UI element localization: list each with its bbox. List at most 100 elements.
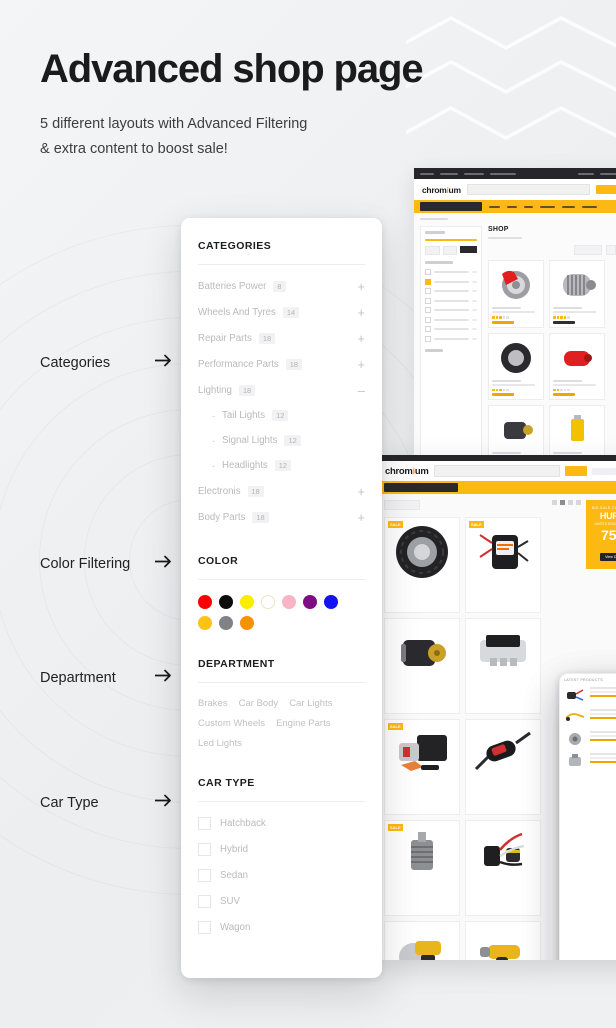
expand-icon[interactable]: +	[357, 485, 365, 498]
promo-banner[interactable]: BIG SALE COUNTDOWN HURRY LIMITED DOWN DI…	[586, 500, 616, 569]
shop-departments-button[interactable]	[384, 483, 458, 492]
color-swatch-purple[interactable]	[303, 595, 317, 609]
product-card[interactable]: SALE	[465, 517, 541, 613]
nav-item-categories[interactable]: Categories	[40, 352, 172, 375]
list-item[interactable]	[564, 709, 616, 725]
nav-item-department[interactable]: Department	[40, 667, 172, 690]
expand-icon[interactable]: +	[357, 511, 365, 524]
subcategory-count: 12	[284, 435, 301, 446]
product-card[interactable]	[384, 921, 460, 960]
category-row[interactable]: Performance Parts 18 +	[198, 358, 365, 371]
category-row[interactable]: Repair Parts 18 +	[198, 332, 365, 345]
product-image-battery-tester	[470, 724, 536, 784]
product-card[interactable]	[384, 618, 460, 714]
shop-departments-button[interactable]	[420, 202, 482, 211]
category-row[interactable]: Batteries Power 8 +	[198, 280, 365, 293]
collapse-icon[interactable]: –	[358, 384, 365, 397]
mockup-bottom-navbar[interactable]	[378, 481, 616, 494]
shop-sidebar-filters[interactable]	[420, 226, 482, 468]
subcategory-row[interactable]: - Tail Lights 12	[212, 410, 365, 421]
car-type-option[interactable]: Wagon	[198, 921, 365, 934]
checkbox-icon[interactable]	[198, 817, 211, 830]
checkbox-icon[interactable]	[198, 869, 211, 882]
color-swatch-orange[interactable]	[240, 616, 254, 630]
color-swatch-white[interactable]	[261, 595, 275, 609]
car-type-label: Wagon	[220, 922, 251, 933]
product-card[interactable]	[465, 618, 541, 714]
view-toggle-compact[interactable]	[568, 500, 573, 505]
expand-icon[interactable]: +	[357, 280, 365, 293]
search-button[interactable]	[565, 466, 587, 476]
car-type-option[interactable]: Hybrid	[198, 843, 365, 856]
car-type-option[interactable]: Sedan	[198, 869, 365, 882]
subcategory-label: Headlights	[222, 460, 268, 471]
color-swatch-gold[interactable]	[198, 616, 212, 630]
department-tag[interactable]: Car Body	[239, 698, 279, 709]
view-toggle[interactable]	[606, 245, 616, 255]
view-toggle-list[interactable]	[560, 500, 565, 505]
product-card[interactable]: SALE	[384, 517, 460, 613]
department-tag-list: Brakes Car Body Car Lights Custom Wheels…	[198, 698, 366, 749]
brand-logo: chromium	[385, 465, 429, 477]
product-card[interactable]	[465, 719, 541, 815]
color-swatch-pink[interactable]	[282, 595, 296, 609]
promo-view-details-button[interactable]: View Details	[600, 553, 616, 561]
category-count: 18	[247, 486, 264, 497]
page-title: Advanced shop page	[40, 47, 424, 91]
department-tag[interactable]: Car Lights	[289, 698, 332, 709]
nav-item-car-type[interactable]: Car Type	[40, 792, 172, 815]
expand-icon[interactable]: +	[357, 358, 365, 371]
category-row[interactable]: Wheels And Tyres 14 +	[198, 306, 365, 319]
product-card[interactable]	[488, 260, 544, 328]
list-item[interactable]	[564, 731, 616, 747]
product-card[interactable]	[465, 921, 541, 960]
color-swatch-gray[interactable]	[219, 616, 233, 630]
checkbox-icon[interactable]	[198, 895, 211, 908]
car-type-option[interactable]: Hatchback	[198, 817, 365, 830]
color-swatch-black[interactable]	[219, 595, 233, 609]
nav-item-color-filtering[interactable]: Color Filtering	[40, 553, 172, 576]
color-swatch-blue[interactable]	[324, 595, 338, 609]
sort-dropdown[interactable]	[574, 245, 602, 255]
color-swatch-red[interactable]	[198, 595, 212, 609]
shop-mockup-bottom[interactable]: chromium SALE SALE SALE SALE BIG SALE C …	[378, 455, 616, 960]
color-swatch-yellow[interactable]	[240, 595, 254, 609]
search-button[interactable]	[596, 185, 616, 194]
expand-icon[interactable]: +	[357, 306, 365, 319]
subcategory-row[interactable]: - Headlights 12	[212, 460, 365, 471]
view-toggle-grid[interactable]	[552, 500, 557, 505]
shop-mockup-top[interactable]: chromium SHOP	[414, 168, 616, 468]
subcategory-row[interactable]: - Signal Lights 12	[212, 435, 365, 446]
category-label: Repair Parts	[198, 333, 252, 344]
product-card[interactable]: SALE	[384, 820, 460, 916]
category-row[interactable]: Body Parts 18 +	[198, 511, 365, 524]
product-card[interactable]	[465, 820, 541, 916]
latest-products-widget[interactable]: LATEST PRODUCTS	[559, 673, 616, 960]
checkbox-icon[interactable]	[198, 921, 211, 934]
arrow-right-icon	[154, 794, 172, 812]
car-type-option[interactable]: SUV	[198, 895, 365, 908]
view-toggle-wide[interactable]	[576, 500, 581, 505]
list-item[interactable]	[564, 687, 616, 703]
department-tag[interactable]: Brakes	[198, 698, 228, 709]
product-image-air-compressor	[389, 724, 455, 784]
checkbox-icon[interactable]	[198, 843, 211, 856]
list-item[interactable]	[564, 753, 616, 769]
mockup-top-navbar[interactable]	[414, 200, 616, 213]
category-count: 18	[285, 359, 302, 370]
search-input[interactable]	[466, 184, 590, 195]
department-tag[interactable]: Led Lights	[198, 738, 242, 749]
category-row[interactable]: Lighting 18 –	[198, 384, 365, 397]
category-row[interactable]: Electronis 18 +	[198, 485, 365, 498]
sort-dropdown[interactable]	[384, 500, 420, 510]
expand-icon[interactable]: +	[357, 332, 365, 345]
car-type-label: Hybrid	[220, 844, 248, 855]
product-card[interactable]	[549, 332, 605, 400]
department-tag[interactable]: Engine Parts	[276, 718, 330, 729]
product-card[interactable]	[488, 332, 544, 400]
color-swatch-list	[198, 595, 358, 630]
product-card[interactable]: SALE	[384, 719, 460, 815]
department-tag[interactable]: Custom Wheels	[198, 718, 265, 729]
search-input[interactable]	[433, 465, 560, 477]
product-card[interactable]	[549, 260, 605, 328]
